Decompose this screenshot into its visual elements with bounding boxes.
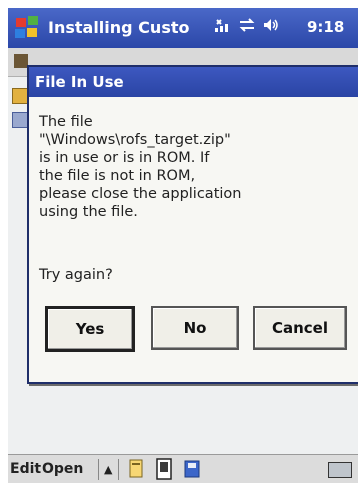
file-in-use-dialog: File In Use The file "\Windows\rofs_targ… bbox=[27, 65, 358, 384]
sync-arrows-icon[interactable] bbox=[238, 16, 256, 38]
windows-start-icon[interactable] bbox=[14, 15, 40, 41]
toolbar-doc-icon[interactable] bbox=[126, 458, 146, 480]
menu-open[interactable]: Open bbox=[42, 461, 83, 477]
menu-separator bbox=[118, 459, 119, 480]
no-button[interactable]: No bbox=[151, 306, 239, 350]
app-title: Installing Custo bbox=[48, 18, 190, 37]
title-bar: Installing Custo 9:18 bbox=[8, 8, 358, 48]
background-app-icon bbox=[14, 54, 28, 68]
menu-edit[interactable]: Edit bbox=[10, 461, 41, 477]
folder-icon bbox=[12, 88, 28, 104]
file-icon bbox=[12, 112, 28, 128]
yes-button[interactable]: Yes bbox=[45, 306, 135, 352]
toolbar-save-icon[interactable] bbox=[182, 458, 202, 480]
up-arrow-icon[interactable]: ▲ bbox=[104, 463, 114, 476]
dialog-question: Try again? bbox=[39, 267, 113, 283]
keyboard-icon[interactable] bbox=[328, 462, 352, 478]
device-screen: Installing Custo 9:18 File In Use The fi… bbox=[8, 8, 358, 483]
connectivity-icon[interactable] bbox=[214, 16, 232, 38]
bottom-menu-bar: Edit Open ▲ bbox=[8, 454, 358, 483]
clock[interactable]: 9:18 bbox=[307, 18, 344, 36]
cancel-button[interactable]: Cancel bbox=[253, 306, 347, 350]
dialog-title: File In Use bbox=[29, 67, 358, 97]
menu-separator bbox=[98, 459, 99, 480]
status-icons bbox=[214, 16, 280, 38]
volume-icon[interactable] bbox=[262, 16, 280, 38]
toolbar-device-icon[interactable] bbox=[154, 458, 174, 480]
dialog-message: The file "\Windows\rofs_target.zip" is i… bbox=[39, 114, 242, 220]
